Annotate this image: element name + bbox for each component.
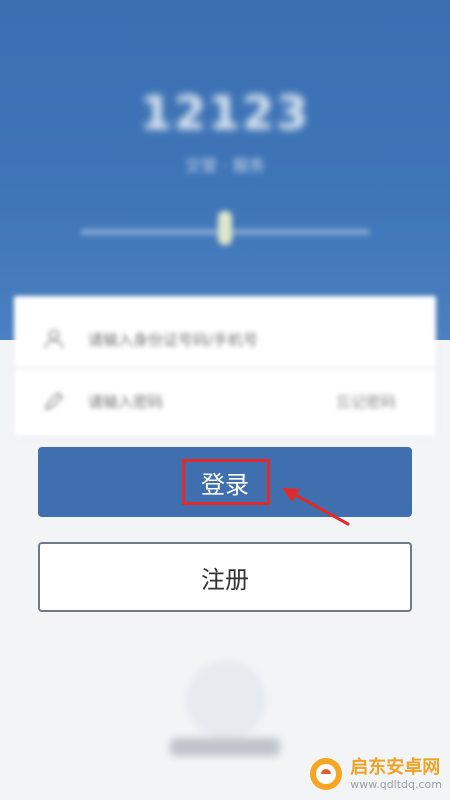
- face-login-label: [170, 738, 280, 756]
- watermark-name: 启东安卓网: [350, 756, 441, 778]
- register-button[interactable]: 注册: [38, 542, 412, 612]
- forgot-password-link[interactable]: 忘记密码: [336, 391, 396, 412]
- header-banner: 12123 交管 · 服务: [0, 0, 450, 340]
- login-form-card: 请输入身份证号码/手机号 请输入密码 忘记密码: [14, 296, 436, 436]
- account-placeholder: 请输入身份证号码/手机号: [88, 330, 259, 349]
- login-button[interactable]: 登录: [38, 447, 412, 517]
- app-screen: 12123 交管 · 服务 请输入身份证号码/手机号 请输入密码 忘记密码 登录: [0, 0, 450, 800]
- figure-graphic: [218, 211, 232, 245]
- watermark-logo-icon: [310, 758, 343, 790]
- pencil-icon: [42, 389, 66, 413]
- account-field[interactable]: 请输入身份证号码/手机号: [14, 310, 436, 369]
- password-placeholder: 请输入密码: [88, 392, 164, 411]
- watermark-url: www.qdltdq.com: [350, 777, 442, 791]
- face-login-icon[interactable]: [186, 660, 266, 740]
- app-brand-title: 12123: [139, 86, 311, 140]
- user-icon: [42, 327, 66, 351]
- login-button-label: 登录: [201, 470, 249, 499]
- register-button-label: 注册: [201, 565, 249, 594]
- password-field[interactable]: 请输入密码 忘记密码: [14, 372, 436, 430]
- app-brand-subtitle: 交管 · 服务: [185, 156, 265, 175]
- watermark: 启东安卓网 www.qdltdq.com: [308, 756, 442, 792]
- header-illustration: [80, 205, 370, 255]
